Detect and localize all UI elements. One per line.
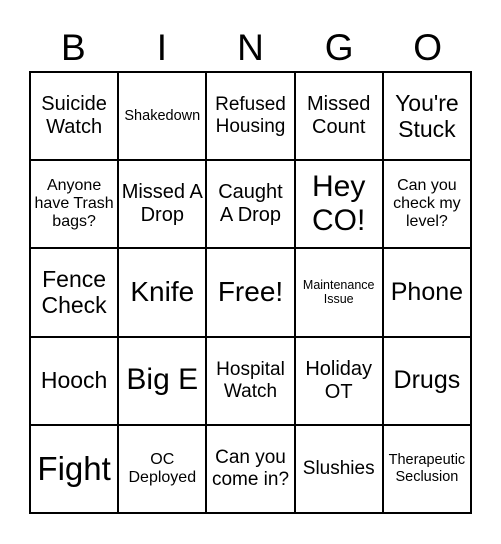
bingo-cell[interactable]: OC Deployed: [118, 424, 207, 513]
bingo-cell[interactable]: Big E: [118, 336, 207, 425]
bingo-cell[interactable]: Fight: [30, 424, 119, 513]
bingo-cell[interactable]: Slushies: [294, 424, 383, 513]
bingo-cell[interactable]: Hospital Watch: [206, 336, 295, 425]
header-letter-i: I: [156, 27, 168, 68]
bingo-cell[interactable]: Missed Count: [294, 72, 383, 161]
bingo-cell[interactable]: Can you check my level?: [382, 160, 471, 249]
bingo-cell[interactable]: Drugs: [382, 336, 471, 425]
header-letter-g: G: [324, 27, 354, 68]
bingo-cell[interactable]: Holiday OT: [294, 336, 383, 425]
header-letter-b: B: [60, 27, 86, 68]
bingo-grid: Suicide Watch Shakedown Refused Housing …: [29, 71, 472, 514]
free-space-cell[interactable]: Free!: [206, 248, 295, 337]
bingo-cell[interactable]: Can you come in?: [206, 424, 295, 513]
header-letter-o: O: [413, 27, 443, 68]
bingo-cell[interactable]: Hey CO!: [294, 160, 383, 249]
bingo-cell[interactable]: Fence Check: [30, 248, 119, 337]
bingo-cell[interactable]: Knife: [118, 248, 207, 337]
bingo-cell[interactable]: Phone: [382, 248, 471, 337]
bingo-cell[interactable]: Therapeutic Seclusion: [382, 424, 471, 513]
bingo-cell[interactable]: Refused Housing: [206, 72, 295, 161]
bingo-cell[interactable]: Shakedown: [118, 72, 207, 161]
bingo-cell[interactable]: Missed A Drop: [118, 160, 207, 249]
header-letter-n: N: [237, 27, 264, 68]
bingo-cell[interactable]: You're Stuck: [382, 72, 471, 161]
bingo-cell[interactable]: Anyone have Trash bags?: [30, 160, 119, 249]
bingo-cell[interactable]: Hooch: [30, 336, 119, 425]
bingo-cell[interactable]: Caught A Drop: [206, 160, 295, 249]
bingo-header: B I N G O: [29, 28, 472, 68]
bingo-cell[interactable]: Suicide Watch: [30, 72, 119, 161]
bingo-cell[interactable]: Maintenance Issue: [294, 248, 383, 337]
